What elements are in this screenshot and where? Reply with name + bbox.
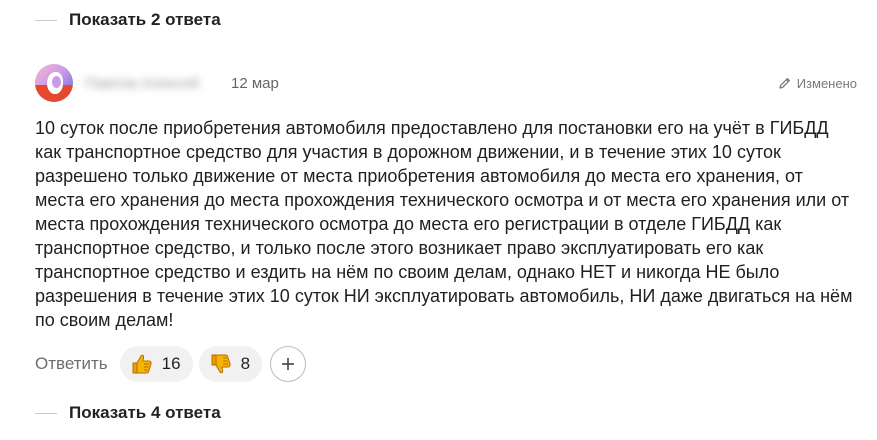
comment-date: 12 мар bbox=[231, 74, 279, 92]
show-replies-top[interactable]: Показать 2 ответа bbox=[35, 10, 221, 30]
thumbs-down-icon bbox=[211, 354, 231, 374]
edited-indicator: Изменено bbox=[779, 76, 857, 91]
comment-actions: Ответить 16 8 bbox=[35, 345, 307, 383]
thumbs-down-count: 8 bbox=[240, 354, 251, 373]
comment-thread: Показать 2 ответа Павлов Алексей 12 мар … bbox=[0, 0, 877, 440]
pencil-icon bbox=[779, 77, 790, 89]
plus-icon bbox=[282, 358, 295, 370]
comment-header: Павлов Алексей 12 мар Изменено bbox=[35, 63, 857, 103]
show-replies-label[interactable]: Показать 4 ответа bbox=[69, 403, 221, 423]
edited-label: Изменено bbox=[796, 75, 857, 91]
reaction-thumbs-up[interactable]: 16 bbox=[119, 346, 193, 382]
add-reaction-button[interactable] bbox=[270, 346, 307, 382]
reply-button[interactable]: Ответить bbox=[35, 354, 108, 374]
thumbs-up-count: 16 bbox=[161, 354, 181, 373]
show-replies-label[interactable]: Показать 2 ответа bbox=[69, 10, 221, 30]
show-replies-bottom[interactable]: Показать 4 ответа bbox=[35, 403, 221, 423]
avatar[interactable] bbox=[35, 64, 73, 102]
author-name[interactable]: Павлов Алексей bbox=[85, 74, 223, 92]
reply-line bbox=[35, 412, 57, 414]
reply-line bbox=[35, 19, 57, 21]
comment-text: 10 суток после приобретения автомобиля п… bbox=[35, 118, 853, 330]
reaction-thumbs-down[interactable]: 8 bbox=[198, 346, 263, 382]
thumbs-up-icon bbox=[132, 354, 152, 374]
